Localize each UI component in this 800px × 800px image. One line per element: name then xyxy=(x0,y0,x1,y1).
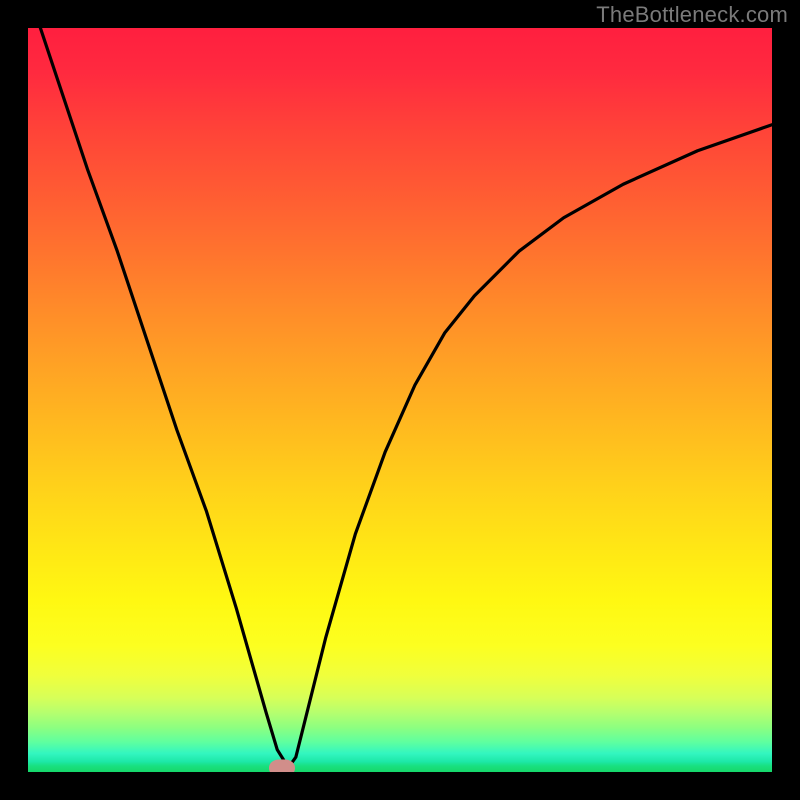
optimum-marker xyxy=(269,759,295,772)
curve-path xyxy=(28,28,772,768)
bottleneck-curve xyxy=(28,28,772,772)
chart-container: TheBottleneck.com xyxy=(0,0,800,800)
watermark-text: TheBottleneck.com xyxy=(596,2,788,28)
plot-area xyxy=(28,28,772,772)
